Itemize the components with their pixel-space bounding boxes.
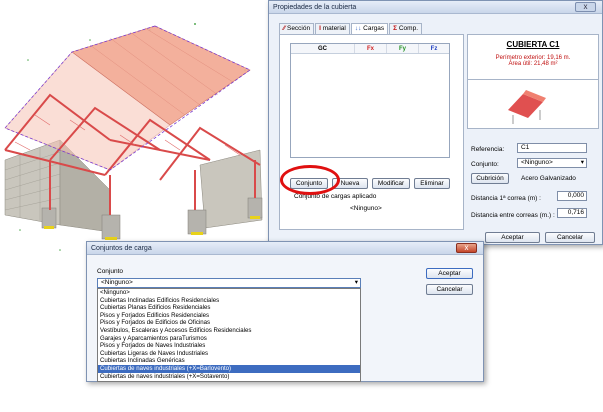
cover-area: Área útil: 21,48 m² [508,61,558,67]
chevron-down-icon: ▾ [354,279,358,286]
grid-header-fz: Fz [430,46,438,52]
cover-properties-dialog: Propiedades de la cubierta x ⁄⁄ Sección … [268,0,603,245]
cover-preview [467,79,599,129]
grid-header-gc: GC [291,44,355,53]
list-item[interactable]: Vestíbulos, Escaleras y Accesos Edificio… [98,327,360,335]
list-item[interactable]: Cubiertas Planas Edificios Residenciales [98,304,360,312]
dialog-titlebar: Propiedades de la cubierta [269,1,602,14]
modificar-button[interactable]: Modificar [372,178,410,189]
loads-grid[interactable]: GC Fx Fy Fz [290,43,450,158]
annotation-circle [280,165,340,195]
eliminar-button[interactable]: Eliminar [414,178,450,189]
list-item[interactable]: Cubiertas de naves industriales (+X=Sota… [98,373,360,381]
tab-seccion[interactable]: ⁄⁄ Sección [279,23,315,34]
options-container: <Ninguno> Cubiertas Inclinadas Edificios … [98,289,360,380]
load-sets-title: Conjuntos de carga [91,245,152,252]
conjunto-select[interactable]: <Ninguno> ▾ [517,158,587,168]
list-item[interactable]: Pisos y Forjados de Naves Industriales [98,342,360,350]
dialog-title: Propiedades de la cubierta [273,4,357,11]
load-sets-aceptar-button[interactable]: Aceptar [426,268,473,279]
cancelar-button[interactable]: Cancelar [545,232,595,243]
list-item[interactable]: Pisos y Forjados de Edificios de Oficina… [98,319,360,327]
referencia-input[interactable]: C1 [517,143,587,153]
aceptar-button[interactable]: Aceptar [485,232,540,243]
chevron-down-icon: ▾ [580,159,584,166]
load-set-select[interactable]: <Ninguno> ▾ [97,278,361,288]
dist2-label: Distancia entre correas (m.) : [471,212,555,219]
loads-icon: ↓↓ [354,25,364,32]
loads-panel: GC Fx Fy Fz Conjunto Nueva Modificar Eli… [279,34,464,230]
grid-header: GC Fx Fy Fz [291,44,449,54]
applied-set-value: <Ninguno> [350,205,382,212]
tab-material[interactable]: I material [315,23,350,34]
dist1-label: Distancia 1ª correa (m) : [471,195,541,202]
dist2-input[interactable]: 0,716 [557,208,587,218]
grid-header-fx: Fx [355,44,387,53]
list-item[interactable]: <Ninguno> [98,289,360,297]
conjunto-label: Conjunto: [471,161,499,168]
list-item[interactable]: Garajes y Aparcamientos paraTurismos [98,335,360,343]
list-item[interactable]: Pisos y Forjados Edificios Residenciales [98,312,360,320]
grid-header-fy: Fy [387,44,419,53]
list-item[interactable]: Cubiertas Ligeras de Naves Industriales [98,350,360,358]
load-set-dropdown-list[interactable]: <Ninguno> Cubiertas Inclinadas Edificios … [97,288,361,382]
close-button[interactable]: x [575,2,596,12]
list-item[interactable]: Cubiertas Inclinadas Genéricas [98,357,360,365]
cover-title: CUBIERTA C1 [506,40,560,49]
cubricion-button[interactable]: Cubrición [471,173,509,184]
load-sets-cancelar-button[interactable]: Cancelar [426,284,473,295]
load-sets-dialog: Conjuntos de carga x Conjunto <Ninguno> ▾… [86,241,484,382]
load-sets-close-button[interactable]: x [456,243,477,253]
load-sets-titlebar: Conjuntos de carga [87,242,483,255]
referencia-label: Referencia: [471,146,505,153]
list-item[interactable]: Cubiertas de naves industriales (+X=Barl… [98,364,360,373]
list-item[interactable]: Cubiertas Inclinadas Edificios Residenci… [98,297,360,305]
cover-thumbnail-icon [508,90,546,124]
dist1-input[interactable]: 0,000 [557,191,587,201]
tab-comp[interactable]: Σ Comp. [389,23,423,34]
material-value: Acero Galvanizado [521,175,576,182]
load-set-label: Conjunto [97,268,124,275]
